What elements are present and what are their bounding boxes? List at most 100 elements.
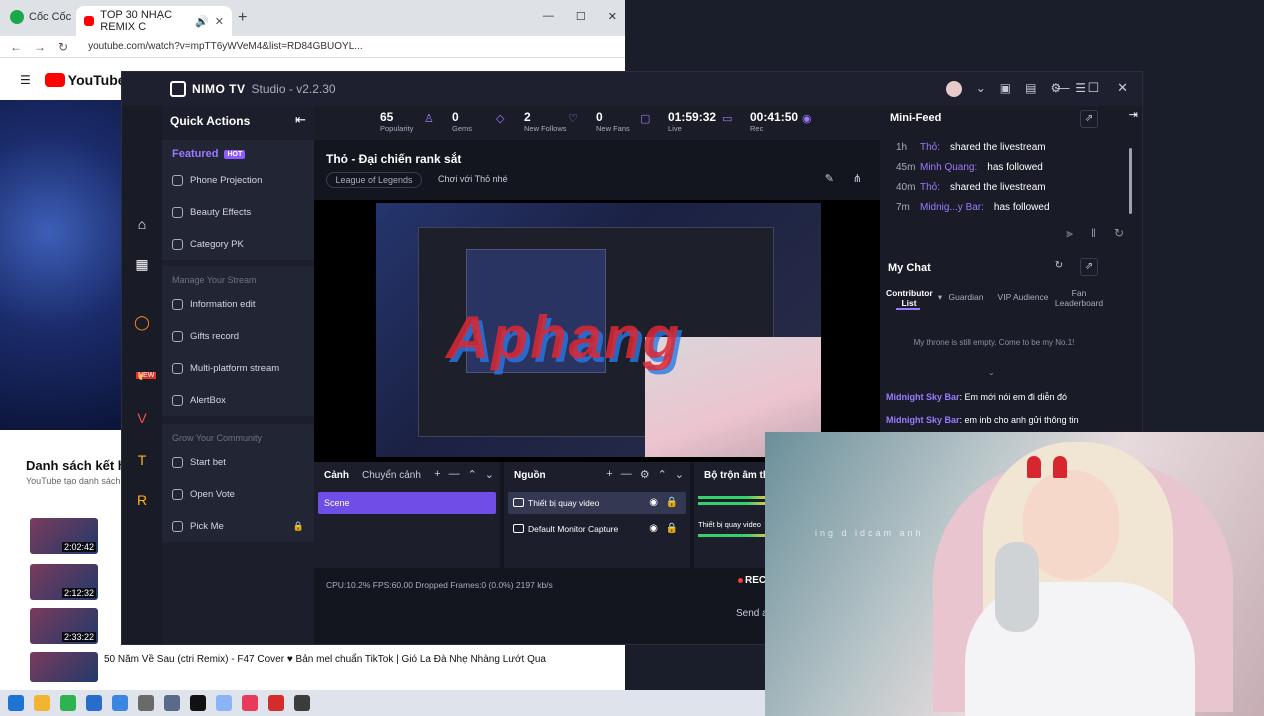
lock-icon[interactable]: 🔒 — [666, 492, 678, 514]
quick-actions-title: Quick Actions — [170, 114, 251, 128]
app-icon[interactable] — [268, 695, 284, 711]
eye-icon[interactable]: ◉ — [649, 518, 658, 540]
send-button[interactable]: Send a — [736, 608, 768, 619]
playlist-thumbnail[interactable]: 2:33:22 — [30, 608, 98, 644]
close-icon[interactable]: ✕ — [215, 15, 224, 28]
tab-contributor-list[interactable]: Contributor List — [886, 288, 933, 308]
app-icon[interactable] — [138, 695, 154, 711]
qa-beauty-effects[interactable]: Beauty Effects — [172, 207, 251, 218]
qa-phone-projection[interactable]: Phone Projection — [172, 175, 262, 186]
chevron-down-icon[interactable]: ⌄ — [976, 81, 986, 97]
app-valorant-icon[interactable]: V — [134, 410, 150, 426]
app-pubg-icon[interactable]: T — [134, 452, 150, 468]
app-icon[interactable] — [190, 695, 206, 711]
scenes-title[interactable]: Cảnh — [324, 470, 349, 481]
edit-icon[interactable]: ✎ — [825, 172, 834, 185]
back-icon[interactable]: ← — [10, 40, 22, 54]
app-r-icon[interactable]: R — [134, 492, 150, 508]
message-icon[interactable]: ▤ — [1025, 81, 1036, 97]
pause-icon[interactable]: ‖ — [1091, 226, 1096, 241]
qa-gifts-record[interactable]: Gifts record — [172, 331, 239, 342]
playlist-thumbnail[interactable] — [30, 652, 98, 682]
apps-grid-icon[interactable]: ▦ — [134, 256, 150, 272]
app-icon[interactable] — [242, 695, 258, 711]
new-tab-button[interactable]: + — [238, 9, 247, 27]
filter-icon[interactable]: ⫸ — [1066, 226, 1073, 241]
game-category-chip[interactable]: League of Legends — [326, 172, 422, 188]
collapse-icon[interactable]: ⇤ — [295, 112, 306, 128]
add-icon[interactable]: + — [434, 468, 440, 481]
eye-icon[interactable]: ◉ — [649, 492, 658, 514]
minimize-icon[interactable]: — — [543, 10, 554, 23]
app-icon[interactable] — [86, 695, 102, 711]
forward-icon[interactable]: → — [34, 40, 46, 54]
add-icon[interactable]: + — [606, 468, 612, 481]
feed-user[interactable]: Minh Quang: — [920, 162, 977, 173]
playlist-item-title[interactable]: 50 Năm Về Sau (ctri Remix) - F47 Cover ♥… — [104, 654, 546, 665]
chat-user[interactable]: Midnight Sky Bar — [886, 392, 960, 402]
tab-fan-leaderboard[interactable]: Fan Leaderboard — [1054, 288, 1104, 308]
popout-icon[interactable]: ⇗ — [1080, 258, 1098, 276]
feed-user[interactable]: Midnig...y Bar: — [920, 202, 984, 213]
share-icon[interactable]: ⋔ — [853, 172, 862, 185]
home-icon[interactable]: ⌂ — [134, 216, 150, 232]
address-bar[interactable]: youtube.com/watch?v=mpTT6yWVeM4&list=RD8… — [88, 41, 363, 52]
start-icon[interactable] — [8, 695, 24, 711]
youtube-logo[interactable]: YouTube — [44, 72, 126, 88]
app-yellow-icon[interactable]: ◐ — [134, 368, 150, 384]
remove-icon[interactable]: — — [621, 468, 632, 481]
popout-icon[interactable]: ⇗ — [1080, 110, 1098, 128]
menu-icon[interactable]: ☰ — [20, 73, 31, 87]
scene-item[interactable]: Scene — [318, 492, 496, 514]
source-item[interactable]: Thiết bị quay video ◉ 🔒 — [508, 492, 686, 514]
qa-start-bet[interactable]: Start bet — [172, 457, 226, 468]
expand-icon[interactable]: ⇥ — [1129, 108, 1138, 121]
qa-pick-me[interactable]: Pick Me — [172, 521, 224, 532]
qa-alertbox[interactable]: AlertBox — [172, 395, 226, 406]
maximize-icon[interactable]: ☐ — [1087, 80, 1099, 96]
refresh-icon[interactable]: ↻ — [1114, 226, 1124, 241]
close-icon[interactable]: ✕ — [608, 10, 617, 23]
app-icon[interactable] — [164, 695, 180, 711]
qa-category-pk[interactable]: Category PK — [172, 239, 244, 250]
refresh-icon[interactable]: ↻ — [1050, 258, 1068, 276]
qa-information-edit[interactable]: Information edit — [172, 299, 255, 310]
playlist-thumbnail[interactable]: 2:02:42 — [30, 518, 98, 554]
audio-icon[interactable]: 🔊 — [195, 15, 209, 28]
gift-icon[interactable]: ▣ — [1000, 81, 1011, 97]
move-up-icon[interactable]: ⌃ — [468, 468, 477, 481]
browser-tab[interactable]: TOP 30 NHẠC REMIX C 🔊 ✕ — [76, 6, 232, 36]
move-down-icon[interactable]: ⌄ — [485, 468, 494, 481]
app-icon[interactable] — [112, 695, 128, 711]
feed-action: has followed — [993, 202, 1050, 213]
app-icon[interactable] — [216, 695, 232, 711]
coccoc-icon[interactable] — [60, 695, 76, 711]
close-icon[interactable]: ✕ — [1117, 80, 1128, 96]
chevron-down-icon[interactable]: ▾ — [936, 292, 944, 302]
rec-button[interactable]: REC — [738, 575, 766, 586]
playlist-thumbnail[interactable]: 2:12:32 — [30, 564, 98, 600]
reload-icon[interactable]: ↻ — [58, 40, 68, 54]
app-orange-icon[interactable]: ◯ — [134, 314, 150, 330]
qa-open-vote[interactable]: Open Vote — [172, 489, 235, 500]
avatar[interactable] — [945, 81, 962, 97]
maximize-icon[interactable]: ☐ — [576, 10, 586, 23]
move-up-icon[interactable]: ⌃ — [658, 468, 667, 481]
feed-user[interactable]: Thỏ: — [920, 182, 940, 193]
minifeed-scrollbar[interactable] — [1129, 148, 1132, 214]
explorer-icon[interactable] — [34, 695, 50, 711]
settings-icon[interactable]: ⚙ — [640, 468, 650, 481]
tab-vip-audience[interactable]: VIP Audience — [994, 292, 1052, 302]
nimo-studio-taskbar-icon[interactable] — [294, 695, 310, 711]
chevron-down-icon[interactable]: ⌄ — [988, 368, 995, 377]
feed-user[interactable]: Thỏ: — [920, 142, 940, 153]
remove-icon[interactable]: — — [449, 468, 460, 481]
lock-icon[interactable]: 🔒 — [666, 518, 678, 540]
transitions-title[interactable]: Chuyển cảnh — [362, 470, 421, 481]
qa-multi-platform[interactable]: Multi-platform stream — [172, 363, 279, 374]
tab-guardian[interactable]: Guardian — [946, 292, 986, 302]
source-item[interactable]: Default Monitor Capture ◉ 🔒 — [508, 518, 686, 540]
minimize-icon[interactable]: — — [1056, 80, 1069, 96]
move-down-icon[interactable]: ⌄ — [675, 468, 684, 481]
chat-user[interactable]: Midnight Sky Bar — [886, 415, 960, 425]
